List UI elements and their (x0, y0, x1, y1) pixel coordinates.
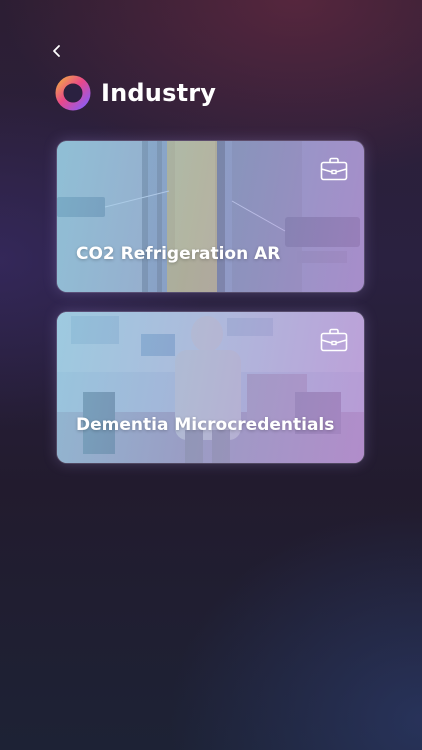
course-card-co2-refrigeration[interactable]: CO2 Refrigeration AR (57, 141, 364, 292)
chevron-left-icon (53, 45, 60, 57)
card-overlay (57, 312, 364, 463)
card-overlay (57, 141, 364, 292)
card-title: Dementia Microcredentials (76, 415, 335, 435)
card-title: CO2 Refrigeration AR (76, 244, 281, 264)
course-card-dementia-microcredentials[interactable]: Dementia Microcredentials (57, 312, 364, 463)
briefcase-icon (320, 328, 348, 352)
back-button[interactable] (46, 40, 68, 62)
page-header: Industry (54, 74, 216, 112)
app-logo-ring-icon (55, 75, 91, 111)
page-title: Industry (101, 79, 217, 107)
briefcase-icon (320, 157, 348, 181)
